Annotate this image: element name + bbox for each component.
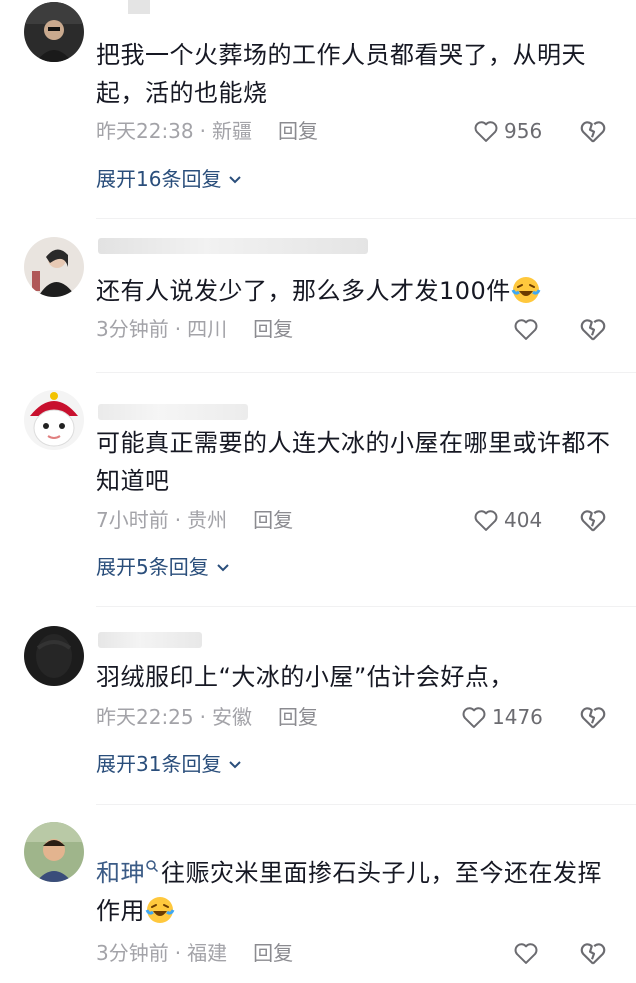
reply-button[interactable]: 回复	[253, 508, 293, 532]
blurred-username	[98, 632, 202, 648]
comment-meta: 昨天22:25 · 安徽 回复	[96, 702, 318, 732]
expand-replies-link[interactable]: 展开31条回复	[96, 749, 243, 779]
avatar[interactable]	[24, 237, 84, 297]
chevron-down-icon	[229, 176, 242, 184]
comment-author[interactable]: 和珅	[96, 859, 145, 887]
meta-separator: ·	[174, 508, 182, 532]
meta-separator: ·	[199, 119, 206, 143]
comment-time: 昨天22:25	[96, 705, 194, 729]
comment-meta: 3分钟前 · 福建 回复	[96, 938, 293, 968]
heart-outline-icon	[474, 121, 498, 142]
avatar[interactable]	[24, 2, 84, 62]
comment-location: 新疆	[212, 119, 252, 143]
blurred-username	[98, 404, 248, 420]
like-count: 1476	[492, 705, 543, 729]
broken-heart-icon[interactable]	[578, 938, 608, 968]
comment-text: 羽绒服印上“大冰的小屋”估计会好点，	[96, 663, 514, 691]
avatar[interactable]	[24, 390, 84, 450]
laughing-crying-emoji	[145, 897, 175, 923]
comment-time: 7小时前	[96, 508, 169, 532]
like-count: 956	[504, 119, 543, 143]
reply-button[interactable]: 回复	[253, 317, 293, 341]
heart-outline-icon	[474, 510, 498, 531]
laughing-crying-emoji	[511, 277, 541, 303]
comment-time: 昨天22:38	[96, 119, 194, 143]
comment-text-body: 还有人说发少了，那么多人才发100件	[96, 277, 511, 305]
comment-location: 福建	[187, 941, 228, 965]
broken-heart-icon[interactable]	[578, 505, 608, 535]
expand-replies-label: 展开31条回复	[96, 752, 222, 776]
comment-meta: 昨天22:38 · 新疆 回复	[96, 116, 318, 146]
comment-meta: 3分钟前 · 四川 回复	[96, 314, 293, 344]
reply-button[interactable]: 回复	[278, 119, 318, 143]
like-button[interactable]	[512, 314, 540, 344]
divider	[96, 372, 636, 373]
heart-outline-icon	[462, 707, 486, 728]
expand-replies-label: 展开16条回复	[96, 167, 222, 191]
divider	[96, 804, 636, 805]
meta-separator: ·	[174, 941, 182, 965]
like-count: 404	[504, 508, 543, 532]
comment-text: 把我一个火葬场的工作人员都看哭了，从明天起，活的也能烧	[96, 41, 586, 107]
blurred-username	[98, 238, 368, 254]
heart-outline-icon	[514, 319, 538, 340]
expand-replies-link[interactable]: 展开5条回复	[96, 552, 231, 582]
broken-heart-icon[interactable]	[578, 116, 608, 146]
meta-separator: ·	[199, 705, 206, 729]
reply-button[interactable]: 回复	[278, 705, 318, 729]
broken-heart-icon[interactable]	[578, 314, 608, 344]
expand-replies-link[interactable]: 展开16条回复	[96, 164, 243, 194]
search-icon[interactable]	[145, 859, 159, 873]
chevron-down-icon	[217, 564, 229, 572]
divider	[96, 606, 636, 607]
comment-meta: 7小时前 · 贵州 回复	[96, 505, 293, 535]
comment-text: 可能真正需要的人连大冰的小屋在哪里或许都不知道吧	[96, 429, 611, 495]
comment-time: 3分钟前	[96, 317, 169, 341]
comment-text: 还有人说发少了，那么多人才发100件	[96, 272, 612, 310]
meta-separator: ·	[174, 317, 182, 341]
like-button[interactable]	[512, 938, 540, 968]
comment-location: 安徽	[212, 705, 252, 729]
comment-location: 四川	[187, 317, 228, 341]
avatar[interactable]	[24, 822, 84, 882]
like-button[interactable]: 404	[472, 505, 542, 535]
comment-text: 和珅 往赈灾米里面掺石头子儿，至今还在发挥作用	[96, 854, 612, 930]
reply-button[interactable]: 回复	[253, 941, 293, 965]
blurred-username-fragment	[128, 0, 150, 14]
avatar[interactable]	[24, 626, 84, 686]
comment-location: 贵州	[187, 508, 228, 532]
like-button[interactable]: 1476	[460, 702, 543, 732]
comment-time: 3分钟前	[96, 941, 169, 965]
divider	[96, 218, 636, 219]
expand-replies-label: 展开5条回复	[96, 555, 209, 579]
like-button[interactable]: 956	[472, 116, 542, 146]
chevron-down-icon	[229, 761, 242, 769]
heart-outline-icon	[514, 943, 538, 964]
broken-heart-icon[interactable]	[578, 702, 608, 732]
